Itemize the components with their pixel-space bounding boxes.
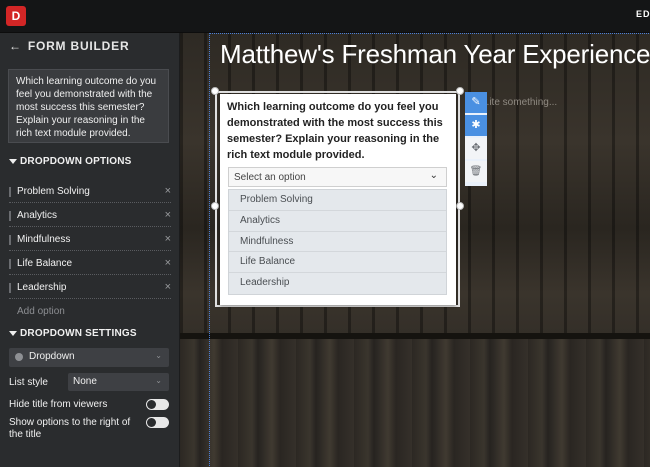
chevron-down-icon: ⌄: [155, 351, 162, 360]
rich-text-placeholder[interactable]: ...ite something...: [481, 97, 557, 108]
hide-title-toggle[interactable]: [146, 399, 169, 410]
dropdown-settings-title: DROPDOWN SETTINGS: [20, 328, 137, 339]
drag-handle-icon[interactable]: [9, 259, 11, 269]
app-logo[interactable]: D: [6, 6, 26, 26]
resize-handle[interactable]: [211, 202, 219, 210]
option-row[interactable]: Mindfulness ×: [9, 232, 171, 251]
add-option-input[interactable]: Add option: [17, 306, 65, 317]
module-question-title: Which learning outcome do you feel you d…: [227, 101, 443, 161]
module-toolbar: ✎ ✱ ✥ 🗑: [465, 92, 487, 186]
remove-option-icon[interactable]: ×: [165, 209, 171, 221]
drag-handle-icon[interactable]: [9, 211, 11, 221]
move-icon[interactable]: ✥: [465, 138, 487, 159]
remove-option-icon[interactable]: ×: [165, 233, 171, 245]
option-label[interactable]: Problem Solving: [17, 186, 90, 197]
caret-down-icon: [9, 158, 17, 164]
module-type-value: Dropdown: [29, 351, 75, 362]
question-textarea[interactable]: Which learning outcome do you feel you d…: [8, 69, 169, 143]
remove-option-icon[interactable]: ×: [165, 185, 171, 197]
resize-handle[interactable]: [456, 202, 464, 210]
option-row[interactable]: Leadership ×: [9, 280, 171, 299]
dropdown-type-icon: [15, 353, 23, 361]
chevron-down-icon: ⌄: [429, 170, 438, 181]
drag-handle-icon[interactable]: [9, 283, 11, 293]
caret-down-icon: [9, 330, 17, 336]
option-label[interactable]: Analytics: [17, 210, 57, 221]
trash-icon[interactable]: 🗑: [465, 161, 487, 182]
option-label[interactable]: Leadership: [17, 282, 66, 293]
dropdown-settings-toggle[interactable]: DROPDOWN SETTINGS: [9, 328, 137, 339]
remove-option-icon[interactable]: ×: [165, 257, 171, 269]
dropdown-option[interactable]: Life Balance: [229, 252, 446, 274]
option-label[interactable]: Mindfulness: [17, 234, 70, 245]
module-dropdown-select[interactable]: Select an option ⌄: [228, 167, 447, 187]
list-style-select[interactable]: None ⌄: [68, 373, 169, 391]
select-placeholder: Select an option: [234, 172, 306, 183]
show-options-label-line1: Show options to the right of: [9, 417, 131, 428]
chevron-down-icon: ⌄: [155, 376, 162, 385]
top-bar: D ED: [0, 0, 650, 33]
dropdown-options-list: Problem Solving Analytics Mindfulness Li…: [228, 189, 447, 295]
top-right-menu-label[interactable]: ED: [636, 9, 650, 19]
drag-handle-icon[interactable]: [9, 235, 11, 245]
option-row[interactable]: Analytics ×: [9, 208, 171, 227]
dropdown-option[interactable]: Leadership: [229, 273, 446, 294]
sidebar-header: ← FORM BUILDER: [9, 39, 129, 57]
form-builder-sidebar: ← FORM BUILDER Which learning outcome do …: [0, 33, 179, 467]
dropdown-option[interactable]: Problem Solving: [229, 190, 446, 211]
dropdown-module[interactable]: Which learning outcome do you feel you d…: [220, 94, 456, 305]
resize-handle[interactable]: [456, 87, 464, 95]
dropdown-option[interactable]: Analytics: [229, 211, 446, 232]
toggle-knob: [147, 418, 156, 427]
page-canvas[interactable]: Matthew's Freshman Year Experience ...it…: [180, 33, 650, 467]
hide-title-label: Hide title from viewers: [9, 399, 108, 410]
dropdown-options-title: DROPDOWN OPTIONS: [20, 156, 132, 167]
resize-handle[interactable]: [211, 87, 219, 95]
show-options-label-line2: the title: [9, 429, 42, 440]
option-label[interactable]: Life Balance: [17, 258, 72, 269]
sidebar-title: FORM BUILDER: [27, 39, 130, 53]
edit-icon[interactable]: ✎: [465, 92, 487, 113]
dropdown-option[interactable]: Mindfulness: [229, 232, 446, 253]
dropdown-options-toggle[interactable]: DROPDOWN OPTIONS: [9, 156, 132, 167]
page-title[interactable]: Matthew's Freshman Year Experience: [220, 39, 650, 70]
drag-handle-icon[interactable]: [9, 187, 11, 197]
toggle-knob: [147, 400, 156, 409]
module-type-select[interactable]: Dropdown ⌄: [9, 348, 169, 367]
settings-gear-icon[interactable]: ✱: [465, 115, 487, 136]
show-options-right-toggle[interactable]: [146, 417, 169, 428]
list-style-value: None: [73, 376, 97, 387]
remove-option-icon[interactable]: ×: [165, 281, 171, 293]
list-style-label: List style: [9, 377, 48, 388]
option-row[interactable]: Problem Solving ×: [9, 184, 171, 203]
show-options-right-label: Show options to the right of the title: [9, 417, 130, 441]
option-row[interactable]: Life Balance ×: [9, 256, 171, 275]
back-arrow-icon[interactable]: ←: [9, 39, 22, 53]
